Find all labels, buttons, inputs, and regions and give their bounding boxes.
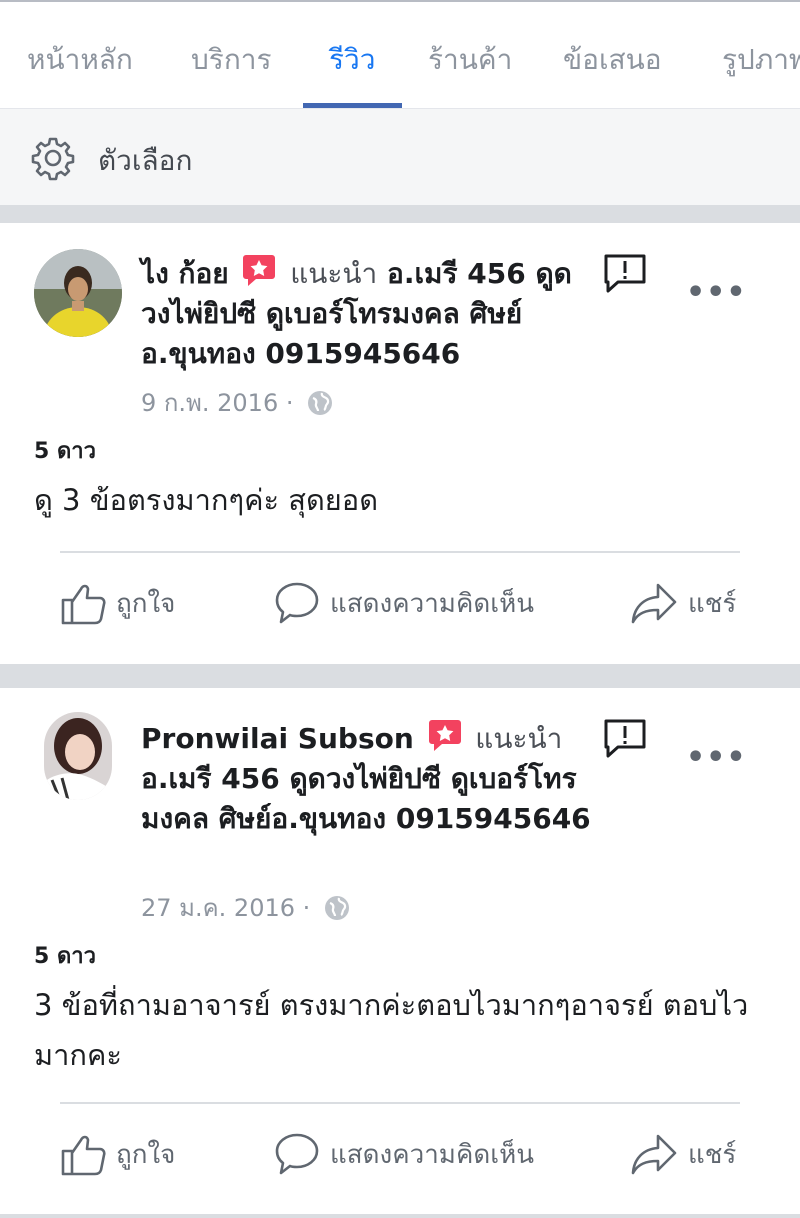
comment-icon	[275, 1133, 319, 1175]
meta-separator: ·	[285, 389, 294, 417]
like-label: ถูกใจ	[116, 1139, 176, 1170]
gear-icon	[31, 137, 75, 181]
like-label: ถูกใจ	[116, 588, 176, 619]
tab-photos[interactable]: รูปภาพ	[722, 38, 800, 82]
reviewer-name[interactable]: Pronwilai Subson	[141, 722, 414, 755]
review-text: 3 ข้อที่ถามอาจารย์ ตรงมากค่ะตอบไวมากๆอาจ…	[34, 988, 749, 1072]
share-label: แชร์	[688, 588, 737, 619]
review-headline: ไง ก้อย แนะนำ อ.เมรี 456 ดูดวงไพ่ยิปซี ด…	[141, 253, 591, 374]
page-tabs: หน้าหลัก บริการ รีวิว ร้านค้า ข้อเสนอ รู…	[0, 2, 800, 108]
review-card: ไง ก้อย แนะนำ อ.เมรี 456 ดูดวงไพ่ยิปซี ด…	[0, 223, 800, 664]
avatar[interactable]	[34, 249, 122, 337]
thumbs-up-icon	[61, 1135, 106, 1176]
more-options-button[interactable]: •••	[686, 740, 747, 775]
section-separator	[0, 1214, 800, 1218]
review-headline: Pronwilai Subson แนะนำ อ.เมรี 456 ดูดวงไ…	[141, 718, 591, 839]
globe-icon	[308, 391, 333, 415]
options-bar[interactable]: ตัวเลือก	[0, 108, 800, 206]
star-rating: 5 ดาว	[34, 439, 96, 464]
meta-separator: ·	[302, 894, 311, 922]
action-divider	[60, 551, 740, 553]
share-icon	[631, 1134, 677, 1175]
avatar[interactable]	[44, 712, 112, 800]
section-separator	[0, 205, 800, 223]
review-date[interactable]: 27 ม.ค. 2016	[141, 894, 295, 922]
review-meta: 9 ก.พ. 2016 ·	[141, 383, 333, 422]
like-button[interactable]: ถูกใจ	[60, 1132, 175, 1176]
globe-icon	[324, 896, 349, 920]
comment-label: แสดงความคิดเห็น	[330, 1139, 535, 1170]
share-button[interactable]: แชร์	[630, 1132, 736, 1176]
recommends-label: แนะนำ	[290, 257, 378, 290]
options-label: ตัวเลือก	[98, 144, 193, 177]
tab-reviews[interactable]: รีวิว	[329, 38, 375, 82]
recommend-badge-icon	[243, 255, 276, 286]
tab-services[interactable]: บริการ	[191, 38, 272, 82]
comment-icon	[275, 582, 319, 624]
comment-button[interactable]: แสดงความคิดเห็น	[274, 581, 534, 625]
review-card: Pronwilai Subson แนะนำ อ.เมรี 456 ดูดวงไ…	[0, 688, 800, 1214]
recommends-label: แนะนำ	[475, 722, 563, 755]
comment-button[interactable]: แสดงความคิดเห็น	[274, 1132, 534, 1176]
section-separator	[0, 664, 800, 688]
share-icon	[631, 583, 677, 624]
share-label: แชร์	[688, 1139, 737, 1170]
thumbs-up-icon	[61, 584, 106, 625]
more-options-button[interactable]: •••	[686, 275, 747, 310]
review-meta: 27 ม.ค. 2016 ·	[141, 888, 350, 927]
review-text: ดู 3 ข้อตรงมากๆค่ะ สุดยอด	[34, 483, 379, 517]
review-date[interactable]: 9 ก.พ. 2016	[141, 389, 278, 417]
tab-offers[interactable]: ข้อเสนอ	[563, 38, 662, 82]
share-button[interactable]: แชร์	[630, 581, 736, 625]
recommend-badge-icon	[428, 720, 461, 751]
page-name[interactable]: อ.เมรี 456 ดูดวงไพ่ยิปซี ดูเบอร์โทรมงคล …	[141, 762, 591, 835]
report-icon[interactable]	[602, 253, 648, 295]
action-divider	[60, 1102, 740, 1104]
report-icon[interactable]	[602, 718, 648, 760]
reviewer-name[interactable]: ไง ก้อย	[141, 257, 229, 290]
star-rating: 5 ดาว	[34, 944, 96, 969]
tab-home[interactable]: หน้าหลัก	[27, 38, 133, 82]
tab-shop[interactable]: ร้านค้า	[428, 38, 512, 82]
like-button[interactable]: ถูกใจ	[60, 581, 175, 625]
comment-label: แสดงความคิดเห็น	[330, 588, 535, 619]
